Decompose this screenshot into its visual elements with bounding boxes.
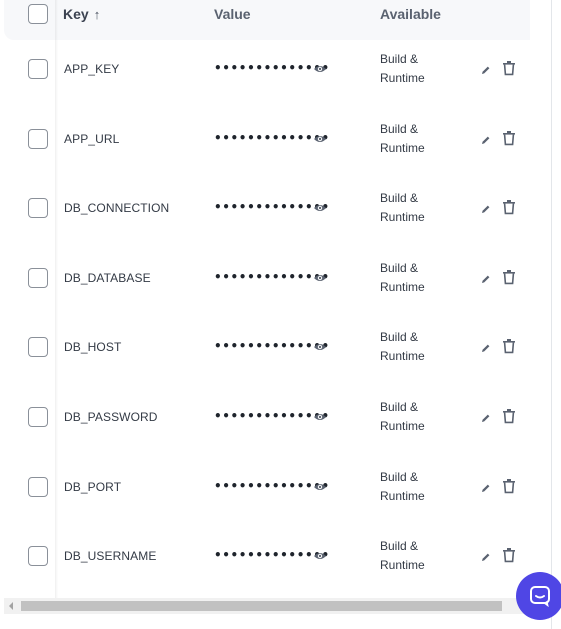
trash-icon[interactable] (502, 269, 516, 285)
eye-icon[interactable] (313, 551, 327, 561)
trash-icon[interactable] (502, 478, 516, 494)
pencil-icon[interactable] (480, 273, 492, 285)
table-row: DB_PASSWORD •••••••••••••• Build & Runtime (0, 388, 530, 458)
row-available-line2: Runtime (380, 71, 425, 85)
scrollbar-thumb[interactable] (21, 601, 502, 611)
row-available-line2: Runtime (380, 210, 425, 224)
row-available-line2: Runtime (380, 280, 425, 294)
row-key: DB_HOST (64, 340, 122, 354)
eye-icon[interactable] (313, 482, 327, 492)
eye-icon[interactable] (313, 64, 327, 74)
row-available-line2: Runtime (380, 489, 425, 503)
row-available-line1: Build & (380, 261, 419, 275)
pencil-icon[interactable] (480, 134, 492, 146)
row-available-line1: Build & (380, 470, 419, 484)
eye-icon[interactable] (313, 134, 327, 144)
row-checkbox[interactable] (28, 129, 48, 149)
row-available-line1: Build & (380, 52, 419, 66)
chat-bubble-icon (530, 586, 550, 608)
trash-icon[interactable] (502, 60, 516, 76)
table-row: APP_URL •••••••••••••• Build & Runtime (0, 110, 530, 180)
eye-icon[interactable] (313, 203, 327, 213)
column-header-available: Available (380, 6, 441, 22)
select-all-checkbox[interactable] (28, 4, 48, 24)
column-header-key[interactable]: Key ↑ (63, 6, 100, 22)
scroll-left-arrow-icon[interactable] (9, 602, 13, 610)
row-available: Build & Runtime (380, 120, 450, 158)
row-available-line2: Runtime (380, 349, 425, 363)
row-available: Build & Runtime (380, 189, 450, 227)
column-header-key-label: Key (63, 6, 89, 22)
row-checkbox[interactable] (28, 198, 48, 218)
row-available: Build & Runtime (380, 328, 450, 366)
table-row: DB_USERNAME •••••••••••••• Build & Runtime (0, 527, 530, 597)
row-available-line1: Build & (380, 400, 419, 414)
trash-icon[interactable] (502, 408, 516, 424)
row-available-line2: Runtime (380, 141, 425, 155)
row-key: APP_KEY (64, 62, 120, 76)
row-available: Build & Runtime (380, 537, 450, 575)
row-key: DB_PASSWORD (64, 410, 158, 424)
table-row: DB_DATABASE •••••••••••••• Build & Runtime (0, 249, 530, 319)
horizontal-scrollbar[interactable] (4, 598, 530, 614)
sort-ascending-icon: ↑ (93, 6, 101, 22)
row-checkbox[interactable] (28, 477, 48, 497)
chat-launcher-button[interactable] (516, 572, 561, 620)
column-header-value: Value (214, 6, 251, 22)
trash-icon[interactable] (502, 338, 516, 354)
table-row: APP_KEY •••••••••••••• Build & Runtime (0, 40, 530, 110)
env-variables-table: Key ↑ Value Available APP_KEY •••••••••••… (0, 0, 530, 598)
row-checkbox[interactable] (28, 268, 48, 288)
row-available: Build & Runtime (380, 468, 450, 506)
row-key: APP_URL (64, 132, 120, 146)
env-variables-panel: Key ↑ Value Available APP_KEY •••••••••••… (0, 0, 561, 629)
pencil-icon[interactable] (480, 551, 492, 563)
table-row: DB_CONNECTION •••••••••••••• Build & Runtim… (0, 179, 530, 249)
row-key: DB_CONNECTION (64, 201, 170, 215)
row-available: Build & Runtime (380, 50, 450, 88)
pencil-icon[interactable] (480, 482, 492, 494)
row-available: Build & Runtime (380, 259, 450, 297)
row-key: DB_DATABASE (64, 271, 151, 285)
row-available-line1: Build & (380, 122, 419, 136)
row-available-line2: Runtime (380, 419, 425, 433)
pencil-icon[interactable] (480, 412, 492, 424)
row-checkbox[interactable] (28, 546, 48, 566)
row-key: DB_PORT (64, 480, 122, 494)
row-key: DB_USERNAME (64, 549, 157, 563)
table-row: DB_HOST •••••••••••••• Build & Runtime (0, 318, 530, 388)
panel-divider (551, 0, 552, 629)
trash-icon[interactable] (502, 199, 516, 215)
row-available-line2: Runtime (380, 558, 425, 572)
row-available-line1: Build & (380, 330, 419, 344)
trash-icon[interactable] (502, 547, 516, 563)
trash-icon[interactable] (502, 130, 516, 146)
row-checkbox[interactable] (28, 59, 48, 79)
pencil-icon[interactable] (480, 64, 492, 76)
row-available-line1: Build & (380, 539, 419, 553)
row-checkbox[interactable] (28, 337, 48, 357)
row-available-line1: Build & (380, 191, 419, 205)
eye-icon[interactable] (313, 412, 327, 422)
row-checkbox[interactable] (28, 407, 48, 427)
pencil-icon[interactable] (480, 342, 492, 354)
row-available: Build & Runtime (380, 398, 450, 436)
table-row: DB_PORT •••••••••••••• Build & Runtime (0, 458, 530, 528)
sticky-column-shadow (55, 0, 58, 598)
pencil-icon[interactable] (480, 203, 492, 215)
eye-icon[interactable] (313, 342, 327, 352)
eye-icon[interactable] (313, 273, 327, 283)
